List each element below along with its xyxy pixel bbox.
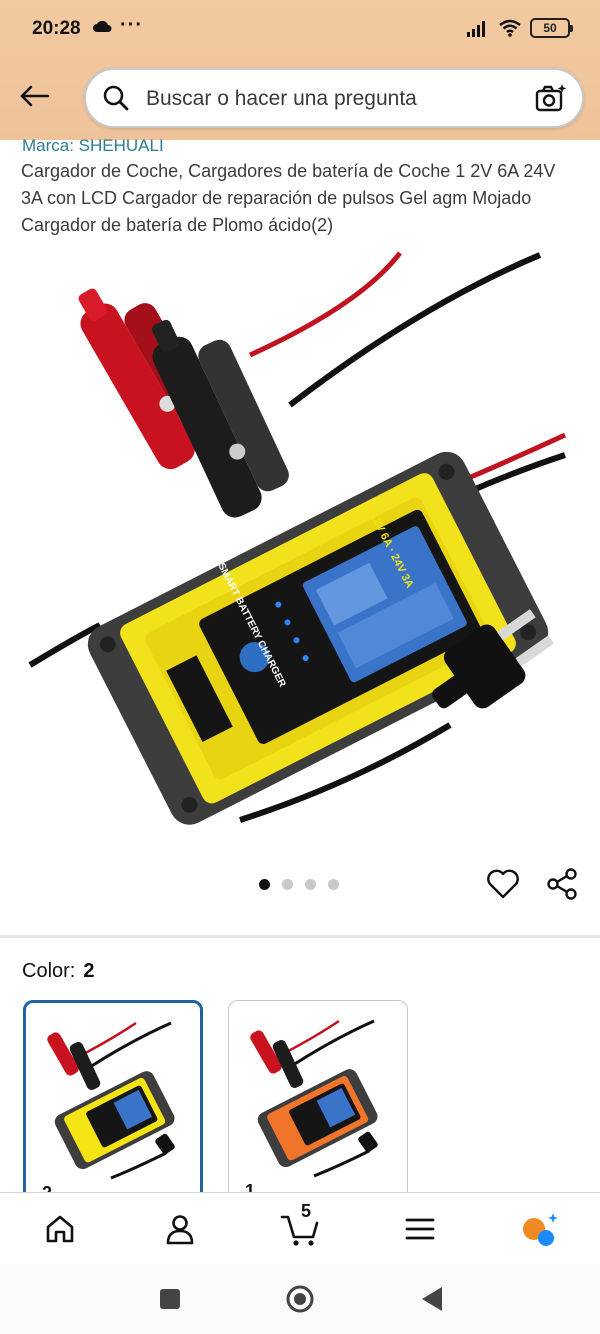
nav-menu[interactable] [398, 1207, 442, 1251]
home-icon [46, 1215, 74, 1243]
status-more: ··· [120, 14, 143, 36]
battery-level: 50 [543, 21, 557, 35]
cart-icon [280, 1215, 319, 1246]
color-option-thumbnail [250, 1019, 378, 1178]
account-icon [166, 1215, 194, 1245]
arrow-left-icon [20, 85, 50, 107]
section-divider [0, 935, 600, 938]
battery-icon: 50 [530, 18, 573, 38]
carousel-dot[interactable] [282, 879, 293, 890]
color-selected-value: 2 [83, 960, 95, 982]
signal-icon [467, 21, 485, 37]
camera-sparkle-icon[interactable] [534, 82, 568, 116]
back-triangle-icon[interactable] [420, 1286, 444, 1312]
app-header: 20:28 ··· 50 Buscar o hacer una pregunta [0, 0, 600, 140]
color-option-thumbnail [47, 1021, 175, 1180]
status-bar: 20:28 ··· 50 [0, 0, 600, 60]
search-icon [103, 85, 129, 111]
nav-rufus[interactable] [518, 1207, 562, 1251]
heart-icon[interactable] [485, 866, 521, 902]
recents-icon[interactable] [159, 1288, 181, 1310]
home-circle-icon[interactable] [285, 1284, 315, 1314]
menu-icon [405, 1218, 435, 1240]
brand-link[interactable]: Marca: SHEHUALI [22, 136, 164, 156]
back-button[interactable] [14, 78, 54, 114]
product-title: Cargador de Coche, Cargadores de batería… [21, 161, 556, 235]
black-cable [288, 252, 542, 408]
cart-count-badge: 5 [301, 1201, 312, 1221]
carousel-dot[interactable] [305, 879, 316, 890]
rufus-icon [523, 1213, 558, 1246]
nav-home[interactable] [38, 1207, 82, 1251]
bottom-navigation: 5 [0, 1192, 600, 1264]
product-image[interactable]: 12V 6A · 24V 3A SMART BATTERY CHARGER [20, 245, 580, 845]
carousel-dot[interactable] [328, 879, 339, 890]
status-right: 50 [466, 18, 573, 38]
color-label: Color: [22, 960, 76, 982]
color-selector-label: Color: 2 [22, 960, 94, 983]
search-bar[interactable]: Buscar o hacer una pregunta [84, 68, 584, 128]
status-time: 20:28 [32, 18, 81, 39]
share-icon[interactable] [544, 866, 580, 902]
cloud-icon [93, 20, 112, 32]
carousel-dot[interactable] [259, 879, 270, 890]
system-navigation [0, 1264, 600, 1334]
color-option-1[interactable]: 1 [228, 1000, 408, 1210]
nav-account[interactable] [158, 1207, 202, 1251]
nav-cart[interactable]: 5 [278, 1201, 322, 1251]
search-placeholder[interactable]: Buscar o hacer una pregunta [146, 87, 417, 111]
image-carousel-indicator [259, 879, 339, 890]
wifi-icon [499, 19, 521, 37]
color-option-2[interactable]: 2 [23, 1000, 203, 1210]
